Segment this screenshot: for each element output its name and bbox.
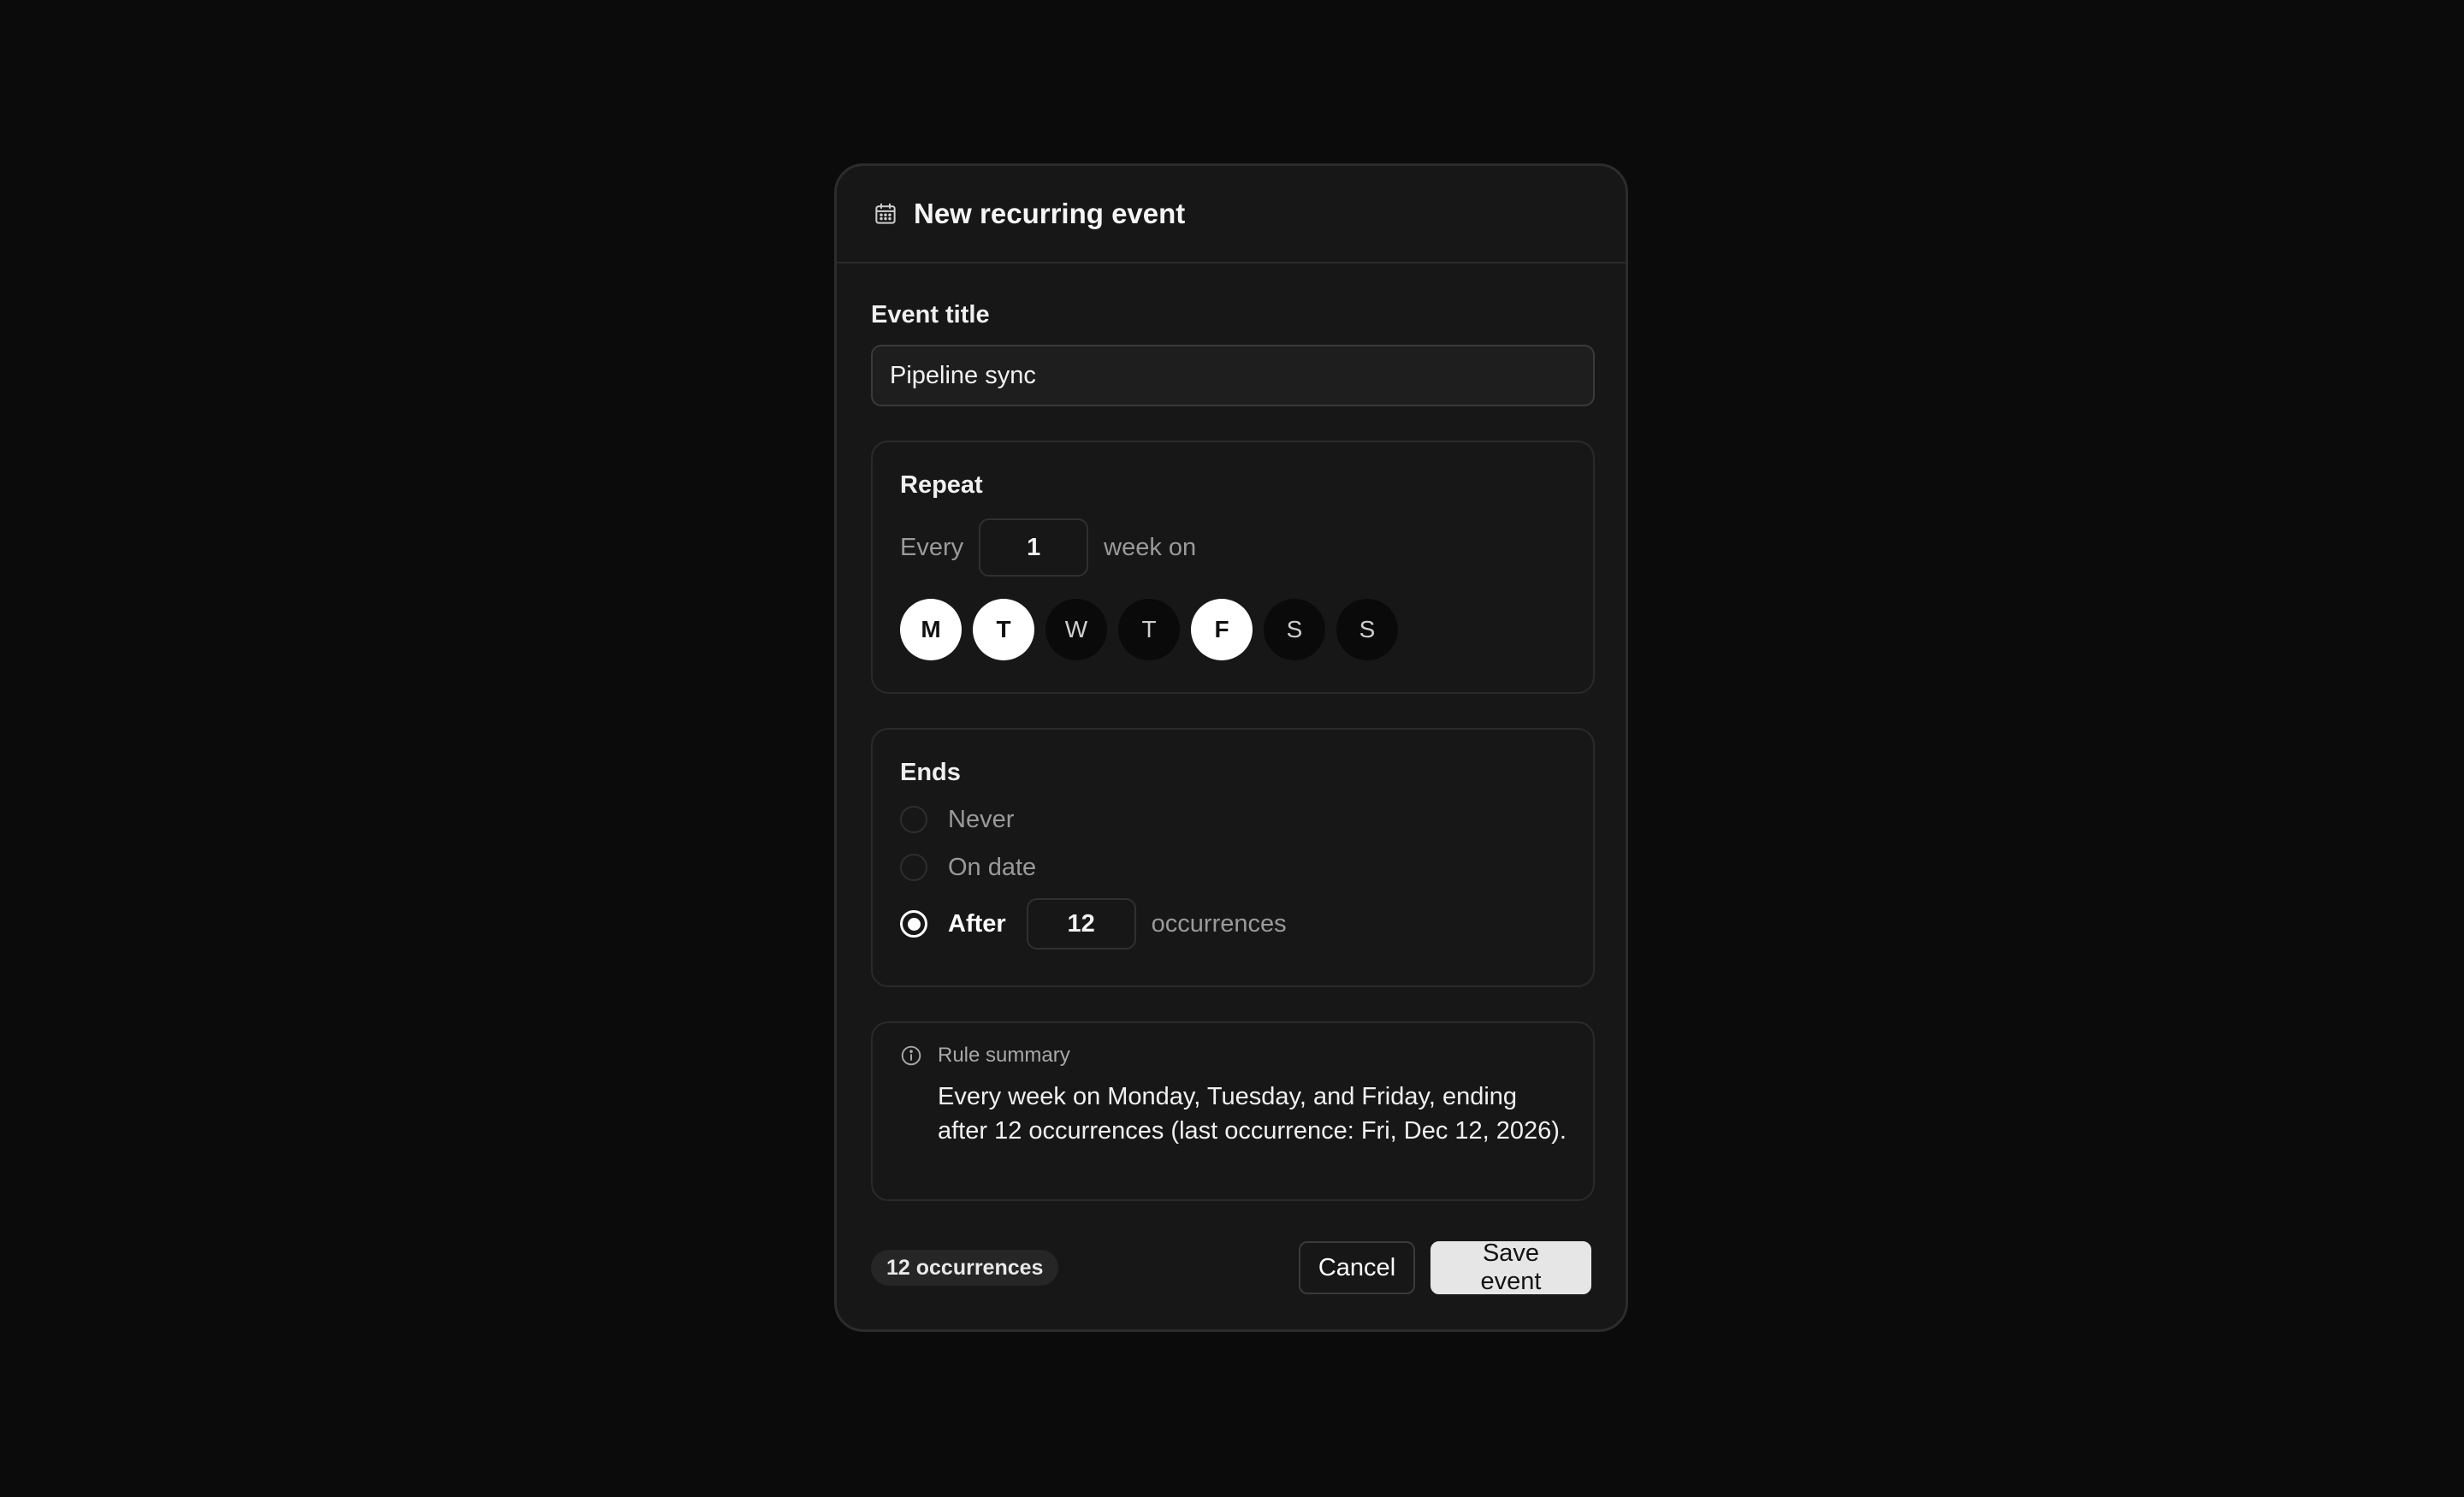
- weekday-picker: M T W T F S S: [900, 599, 1566, 660]
- never-label: Never: [948, 805, 1015, 833]
- repeat-label: Repeat: [900, 471, 983, 499]
- rule-summary-section: Rule summary Every week on Monday, Tuesd…: [871, 1021, 1595, 1201]
- info-icon: [900, 1044, 922, 1067]
- ends-option-after[interactable]: After occurrences: [900, 893, 1566, 955]
- ends-option-never[interactable]: Never: [900, 796, 1566, 843]
- dialog-header: New recurring event: [837, 166, 1626, 263]
- occurrences-text: occurrences: [1151, 909, 1287, 938]
- occurrences-input[interactable]: [1026, 898, 1136, 950]
- rule-summary-label: Rule summary: [938, 1044, 1070, 1067]
- dialog-actions: Cancel Save event: [1299, 1240, 1591, 1295]
- repeat-interval-row: Every week on: [900, 518, 1566, 577]
- occurrences-badge: 12 occurrences: [871, 1250, 1059, 1286]
- event-title-label: Event title: [871, 301, 990, 328]
- day-toggle-wednesday[interactable]: W: [1045, 599, 1107, 660]
- repeat-section: Repeat Every week on M T W T F S S: [871, 441, 1595, 694]
- cancel-button[interactable]: Cancel: [1299, 1241, 1415, 1294]
- calendar-icon: [873, 201, 898, 227]
- every-text: Every: [900, 533, 964, 561]
- rule-summary-header: Rule summary: [900, 1044, 1566, 1068]
- ends-section: Ends Never On date After occurrences: [871, 728, 1595, 987]
- event-title-input[interactable]: [871, 345, 1595, 406]
- after-radio[interactable]: [900, 910, 927, 938]
- day-toggle-friday[interactable]: F: [1191, 599, 1253, 660]
- dialog-footer: 12 occurrences Cancel Save event: [871, 1240, 1591, 1295]
- dialog-title: New recurring event: [914, 198, 1186, 229]
- day-toggle-sunday[interactable]: S: [1336, 599, 1398, 660]
- recurring-event-dialog: New recurring event Event title Repeat E…: [834, 163, 1628, 1332]
- save-event-button[interactable]: Save event: [1430, 1240, 1591, 1295]
- ends-label: Ends: [900, 759, 961, 786]
- repeat-interval-input[interactable]: [979, 518, 1089, 577]
- ends-option-on-date[interactable]: On date: [900, 843, 1566, 891]
- day-toggle-saturday[interactable]: S: [1264, 599, 1325, 660]
- week-on-text: week on: [1104, 533, 1197, 561]
- day-toggle-tuesday[interactable]: T: [973, 599, 1034, 660]
- rule-summary-text: Every week on Monday, Tuesday, and Frida…: [938, 1083, 1567, 1145]
- on-date-label: On date: [948, 853, 1037, 881]
- never-radio[interactable]: [900, 806, 927, 833]
- dialog-body: Event title Repeat Every week on M T W T…: [837, 263, 1626, 1201]
- day-toggle-monday[interactable]: M: [900, 599, 962, 660]
- after-label: After: [948, 909, 1006, 938]
- on-date-radio[interactable]: [900, 854, 927, 881]
- day-toggle-thursday[interactable]: T: [1118, 599, 1180, 660]
